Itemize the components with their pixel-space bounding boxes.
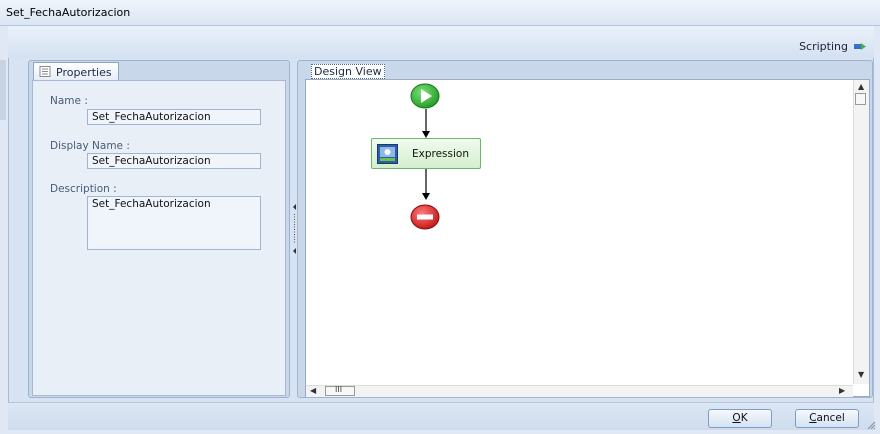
- tab-properties-label: Properties: [56, 66, 112, 79]
- scroll-down-icon[interactable]: ▼: [858, 370, 864, 379]
- display-name-field[interactable]: Set_FechaAutorizacion: [87, 153, 261, 169]
- ok-button[interactable]: OK: [708, 409, 772, 428]
- arrow-right-icon[interactable]: [854, 43, 866, 50]
- ok-accelerator: O: [732, 412, 741, 424]
- tab-design-view-label: Design View: [314, 65, 382, 78]
- window-title: Set_FechaAutorizacion: [6, 6, 131, 19]
- name-label: Name :: [50, 95, 88, 107]
- display-name-label: Display Name :: [50, 140, 130, 152]
- scripting-link[interactable]: Scripting: [799, 40, 848, 53]
- tab-properties[interactable]: Properties: [33, 62, 119, 80]
- scroll-left-icon[interactable]: ◀: [310, 386, 316, 395]
- description-label: Description :: [50, 183, 117, 195]
- horizontal-scroll-thumb[interactable]: III: [325, 385, 355, 396]
- expression-label: Expression: [412, 148, 469, 160]
- vertical-scrollbar[interactable]: ▲ ▼: [853, 80, 869, 384]
- left-edge-strip: [0, 60, 6, 120]
- cancel-label-rest: ancel: [816, 412, 845, 424]
- cancel-button[interactable]: Cancel: [795, 409, 859, 428]
- horizontal-scrollbar[interactable]: ◀ ▶: [306, 385, 853, 397]
- document-icon: [39, 66, 51, 77]
- vertical-scroll-thumb[interactable]: [855, 93, 866, 105]
- name-field[interactable]: Set_FechaAutorizacion: [87, 109, 261, 125]
- resize-grip-icon[interactable]: [866, 420, 876, 430]
- expression-icon: [377, 144, 398, 164]
- connector-arrow: [422, 109, 430, 138]
- connector-arrow: [422, 169, 430, 200]
- play-circle-icon[interactable]: [410, 83, 440, 109]
- scroll-right-icon[interactable]: ▶: [839, 386, 845, 395]
- stop-circle-icon[interactable]: [410, 204, 440, 230]
- expression-activity[interactable]: Expression: [371, 138, 481, 169]
- design-canvas[interactable]: [305, 79, 870, 397]
- ok-label-rest: K: [740, 412, 748, 424]
- scroll-grip: III: [335, 385, 343, 394]
- window-title-bar[interactable]: Set_FechaAutorizacion: [0, 0, 880, 26]
- scroll-up-icon[interactable]: ▲: [858, 82, 864, 91]
- toolbar: Scripting: [8, 26, 874, 58]
- cancel-accelerator: C: [809, 412, 817, 424]
- tab-design-view[interactable]: Design View: [311, 64, 385, 79]
- description-field[interactable]: Set_FechaAutorizacion: [87, 196, 261, 250]
